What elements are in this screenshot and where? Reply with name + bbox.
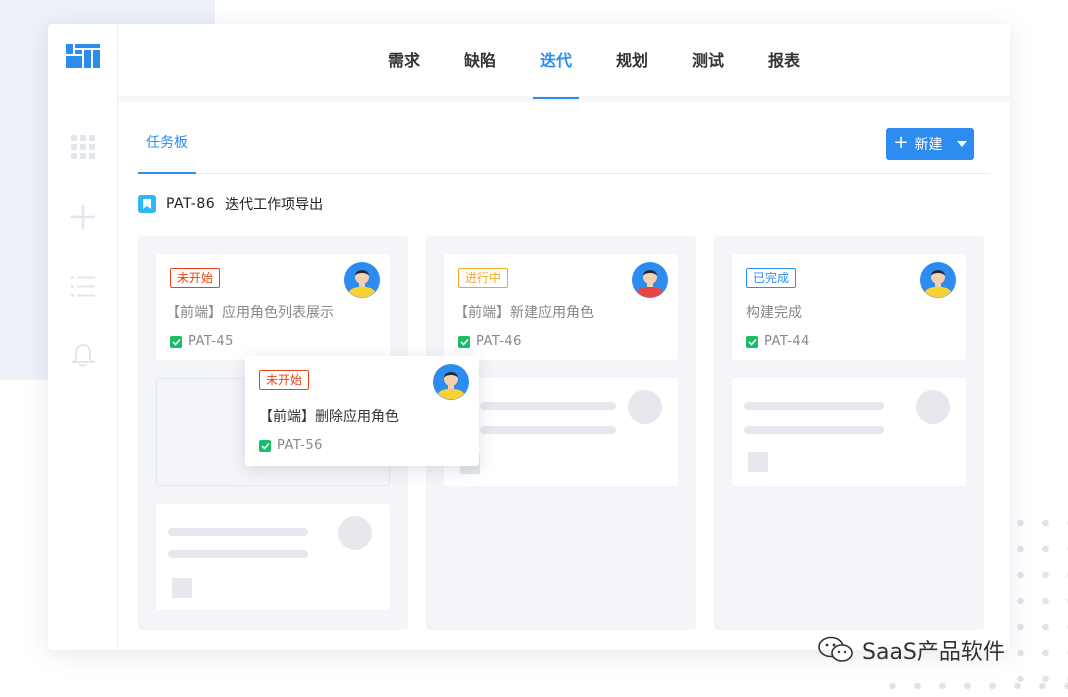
- avatar: [920, 262, 956, 298]
- task-title: 【前端】新建应用角色: [454, 305, 594, 321]
- placeholder-line: [744, 402, 884, 410]
- tab-task-board[interactable]: 任务板: [138, 116, 196, 174]
- sidebar: [48, 24, 118, 650]
- nav-list: 需求 缺陷 迭代 规划 测试 报表: [385, 24, 803, 99]
- placeholder-line: [744, 426, 884, 434]
- dot-pattern: [1008, 510, 1068, 690]
- placeholder-avatar: [338, 516, 372, 550]
- placeholder-square: [748, 452, 768, 472]
- iteration-name: 迭代工作项导出: [225, 197, 324, 213]
- task-key: PAT-56: [259, 438, 323, 453]
- task-key: PAT-46: [458, 334, 522, 349]
- main-area: 需求 缺陷 迭代 规划 测试 报表 任务板 + 新建 PAT-86 迭代工作项导…: [118, 24, 1010, 650]
- wechat-icon: [818, 636, 853, 662]
- placeholder-square: [172, 578, 192, 598]
- chevron-down-icon[interactable]: [956, 141, 967, 147]
- plus-icon[interactable]: [70, 204, 96, 230]
- avatar: [433, 364, 469, 400]
- placeholder-line: [480, 402, 616, 410]
- status-badge: 已完成: [746, 268, 797, 288]
- placeholder-avatar: [628, 390, 662, 424]
- status-badge: 未开始: [259, 370, 310, 390]
- task-card[interactable]: 未开始 【前端】应用角色列表展示 PAT-45: [156, 254, 390, 360]
- status-badge: 进行中: [458, 268, 509, 288]
- avatar: [344, 262, 380, 298]
- sub-toolbar: 任务板 + 新建: [138, 116, 990, 174]
- nav-item-planning[interactable]: 规划: [613, 24, 651, 99]
- task-title: 【前端】删除应用角色: [259, 409, 399, 425]
- task-title: 【前端】应用角色列表展示: [166, 305, 334, 321]
- nav-item-reports[interactable]: 报表: [765, 24, 803, 99]
- bookmark-icon: [138, 195, 156, 213]
- check-icon: [746, 335, 758, 348]
- board-column-done: 已完成 构建完成 PAT-44: [714, 236, 984, 630]
- task-key-text: PAT-56: [277, 438, 323, 453]
- placeholder-card: [156, 504, 390, 610]
- new-button-label: 新建: [914, 137, 943, 153]
- task-key: PAT-45: [170, 334, 234, 349]
- app-window: 需求 缺陷 迭代 规划 测试 报表 任务板 + 新建 PAT-86 迭代工作项导…: [48, 24, 1010, 650]
- task-key-text: PAT-46: [476, 334, 522, 349]
- task-title: 构建完成: [746, 305, 802, 321]
- apps-grid-icon[interactable]: [70, 134, 96, 160]
- placeholder-line: [168, 528, 308, 536]
- check-icon: [259, 439, 271, 452]
- watermark-text: SaaS产品软件: [862, 640, 1005, 665]
- check-icon: [170, 335, 182, 348]
- task-key-text: PAT-45: [188, 334, 234, 349]
- placeholder-line: [480, 426, 616, 434]
- nav-item-defects[interactable]: 缺陷: [461, 24, 499, 99]
- plus-icon: +: [893, 132, 909, 153]
- task-card[interactable]: 进行中 【前端】新建应用角色 PAT-46: [444, 254, 678, 360]
- placeholder-card: [444, 378, 678, 486]
- new-button[interactable]: + 新建: [886, 128, 974, 160]
- placeholder-line: [168, 550, 308, 558]
- task-key-text: PAT-44: [764, 334, 810, 349]
- top-nav: 需求 缺陷 迭代 规划 测试 报表: [118, 24, 1010, 102]
- placeholder-avatar: [916, 390, 950, 424]
- logo-icon: [66, 44, 100, 68]
- status-badge: 未开始: [170, 268, 221, 288]
- nav-item-requirements[interactable]: 需求: [385, 24, 423, 99]
- task-card[interactable]: 已完成 构建完成 PAT-44: [732, 254, 966, 360]
- watermark: SaaS产品软件: [818, 634, 1005, 666]
- iteration-key[interactable]: PAT-86: [166, 196, 215, 212]
- task-key: PAT-44: [746, 334, 810, 349]
- placeholder-card: [732, 378, 966, 486]
- dragged-task-card[interactable]: 未开始 【前端】删除应用角色 PAT-56: [245, 356, 479, 466]
- bell-icon[interactable]: [70, 342, 96, 368]
- avatar: [632, 262, 668, 298]
- dot-pattern-bottom: [880, 675, 1068, 697]
- nav-item-testing[interactable]: 测试: [689, 24, 727, 99]
- iteration-header: PAT-86 迭代工作项导出: [138, 194, 323, 214]
- nav-item-iterations[interactable]: 迭代: [532, 24, 580, 99]
- check-icon: [458, 335, 470, 348]
- list-icon[interactable]: [70, 274, 96, 300]
